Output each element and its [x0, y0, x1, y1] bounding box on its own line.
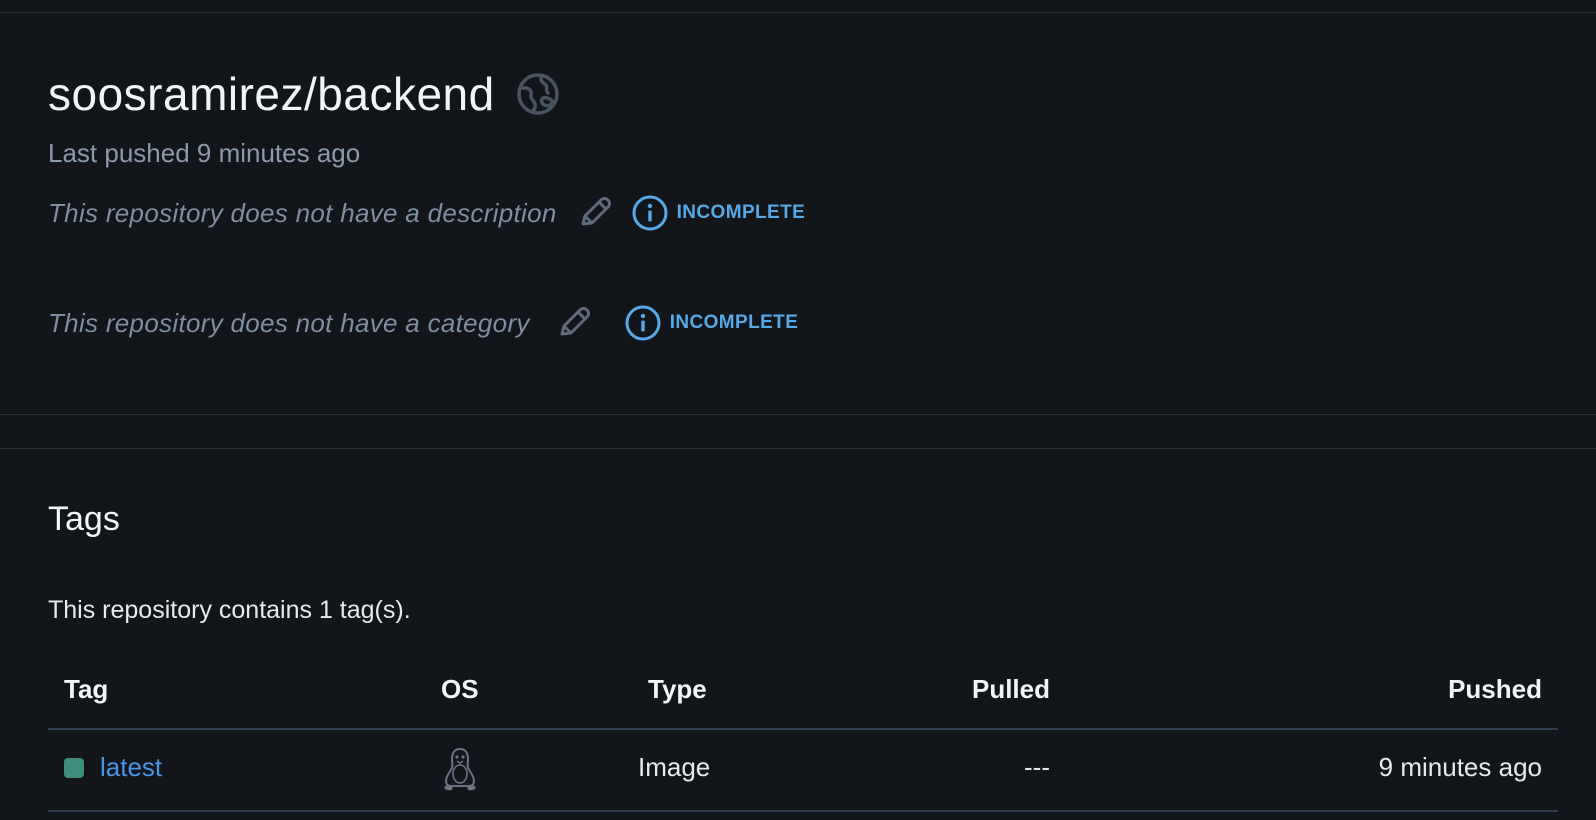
- tags-count-text: This repository contains 1 tag(s).: [48, 596, 411, 624]
- info-icon: [624, 304, 662, 342]
- description-row: This repository does not have a descript…: [48, 194, 805, 232]
- linux-icon: [440, 746, 480, 792]
- table-row: latest Image --- 9 minutes ago: [48, 730, 1558, 812]
- pushed-cell: 9 minutes ago: [1378, 752, 1542, 782]
- section-divider: [0, 448, 1596, 449]
- incomplete-label: INCOMPLETE: [669, 312, 799, 333]
- category-row: This repository does not have a category…: [48, 304, 798, 342]
- info-icon: [631, 194, 669, 232]
- type-cell: Image: [638, 752, 711, 782]
- edit-description-pencil-icon[interactable]: [575, 194, 613, 232]
- description-incomplete-badge[interactable]: INCOMPLETE: [631, 194, 806, 232]
- column-header-pushed: Pushed: [1448, 674, 1542, 704]
- edit-category-pencil-icon[interactable]: [554, 304, 592, 342]
- category-incomplete-badge[interactable]: INCOMPLETE: [624, 304, 799, 342]
- column-header-tag: Tag: [64, 674, 109, 704]
- last-pushed-text: Last pushed 9 minutes ago: [48, 138, 361, 168]
- tags-heading: Tags: [48, 500, 120, 538]
- title-row: soosramirez/backend: [48, 60, 1548, 128]
- column-header-pulled: Pulled: [971, 674, 1050, 704]
- tags-table: Tag OS Type Pulled Pushed latest Image -…: [48, 660, 1558, 812]
- tag-link[interactable]: latest: [100, 752, 162, 783]
- globe-icon: [515, 71, 561, 117]
- pulled-cell: ---: [1024, 752, 1050, 782]
- repo-title: soosramirez/backend: [48, 68, 495, 120]
- status-dot: [64, 758, 84, 778]
- category-text: This repository does not have a category: [48, 307, 530, 338]
- top-divider: [0, 12, 1596, 13]
- repo-header: soosramirez/backend Last pushed 9 minute…: [48, 60, 1548, 341]
- description-text: This repository does not have a descript…: [48, 197, 557, 228]
- column-header-type: Type: [648, 674, 707, 704]
- column-header-os: OS: [441, 674, 479, 704]
- table-header: Tag OS Type Pulled Pushed: [48, 660, 1558, 730]
- incomplete-label: INCOMPLETE: [676, 202, 806, 223]
- section-divider: [0, 414, 1596, 415]
